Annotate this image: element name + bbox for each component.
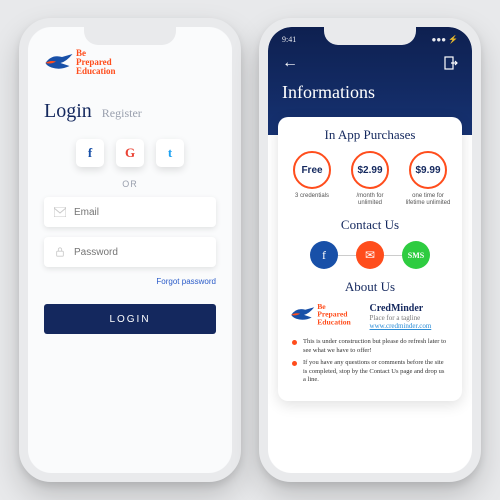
bullet-dot-icon bbox=[292, 361, 297, 366]
auth-tabs: Login Register bbox=[44, 100, 216, 123]
about-tagline: Place for a tagline bbox=[370, 314, 432, 322]
contact-section: Contact Us f ✉ SMS bbox=[286, 217, 454, 269]
about-link[interactable]: www.credminder.com bbox=[370, 322, 432, 330]
notch bbox=[324, 27, 416, 45]
purchases-title: In App Purchases bbox=[286, 127, 454, 143]
bird-icon bbox=[290, 306, 316, 325]
bird-icon bbox=[44, 52, 74, 74]
facebook-login-button[interactable]: f bbox=[76, 139, 104, 167]
twitter-icon: t bbox=[168, 145, 172, 161]
notch bbox=[84, 27, 176, 45]
info-card: In App Purchases Free3 credentials $2.99… bbox=[278, 117, 462, 401]
password-input[interactable] bbox=[74, 247, 206, 258]
tab-register[interactable]: Register bbox=[102, 106, 142, 121]
about-section: About Us Be Prepared Education CredMinde… bbox=[286, 279, 454, 384]
google-login-button[interactable]: G bbox=[116, 139, 144, 167]
bullet-item: If you have any questions or comments be… bbox=[292, 359, 448, 384]
facebook-icon: f bbox=[88, 145, 92, 161]
exit-icon[interactable] bbox=[444, 56, 458, 70]
mail-icon: ✉ bbox=[365, 248, 375, 263]
plans-row: Free3 credentials $2.99/month for unlimi… bbox=[286, 151, 454, 207]
brand-line3: Education bbox=[76, 67, 116, 76]
phone-login: Be Prepared Education Login Register f G… bbox=[19, 18, 241, 482]
google-icon: G bbox=[125, 145, 135, 161]
lock-icon bbox=[54, 247, 66, 257]
contact-mail-button[interactable]: ✉ bbox=[356, 241, 384, 269]
back-button[interactable]: ← bbox=[282, 54, 298, 72]
sms-icon: SMS bbox=[408, 251, 424, 260]
bullet-dot-icon bbox=[292, 340, 297, 345]
brand-logo: Be Prepared Education bbox=[44, 49, 216, 76]
phone-info: 9:41 ●●● ⚡ ← Informations In App Purchas… bbox=[259, 18, 481, 482]
twitter-login-button[interactable]: t bbox=[156, 139, 184, 167]
contact-sms-button[interactable]: SMS bbox=[402, 241, 430, 269]
status-icons: ●●● ⚡ bbox=[432, 35, 458, 44]
about-name: CredMinder bbox=[370, 303, 432, 314]
forgot-password-link[interactable]: Forgot password bbox=[44, 277, 216, 286]
facebook-icon: f bbox=[322, 248, 326, 263]
or-divider: OR bbox=[44, 179, 216, 189]
bullet-item: This is under construction but please do… bbox=[292, 338, 448, 355]
plan-lifetime[interactable]: $9.99one time for lifetime unlimited bbox=[402, 151, 454, 207]
page-title: Informations bbox=[282, 82, 458, 103]
about-title: About Us bbox=[286, 279, 454, 295]
tab-login[interactable]: Login bbox=[44, 100, 92, 123]
social-login-row: f G t bbox=[44, 139, 216, 167]
contact-title: Contact Us bbox=[286, 217, 454, 233]
login-button[interactable]: LOGIN bbox=[44, 304, 216, 334]
contact-facebook-button[interactable]: f bbox=[310, 241, 338, 269]
plan-monthly[interactable]: $2.99/month for unlimited bbox=[344, 151, 396, 207]
plan-free[interactable]: Free3 credentials bbox=[286, 151, 338, 207]
email-input[interactable] bbox=[74, 207, 206, 218]
email-field[interactable] bbox=[44, 197, 216, 227]
status-time: 9:41 bbox=[282, 35, 296, 44]
password-field[interactable] bbox=[44, 237, 216, 267]
brand-logo-small: Be Prepared Education bbox=[290, 303, 351, 326]
mail-icon bbox=[54, 207, 66, 217]
about-bullets: This is under construction but please do… bbox=[292, 338, 448, 384]
